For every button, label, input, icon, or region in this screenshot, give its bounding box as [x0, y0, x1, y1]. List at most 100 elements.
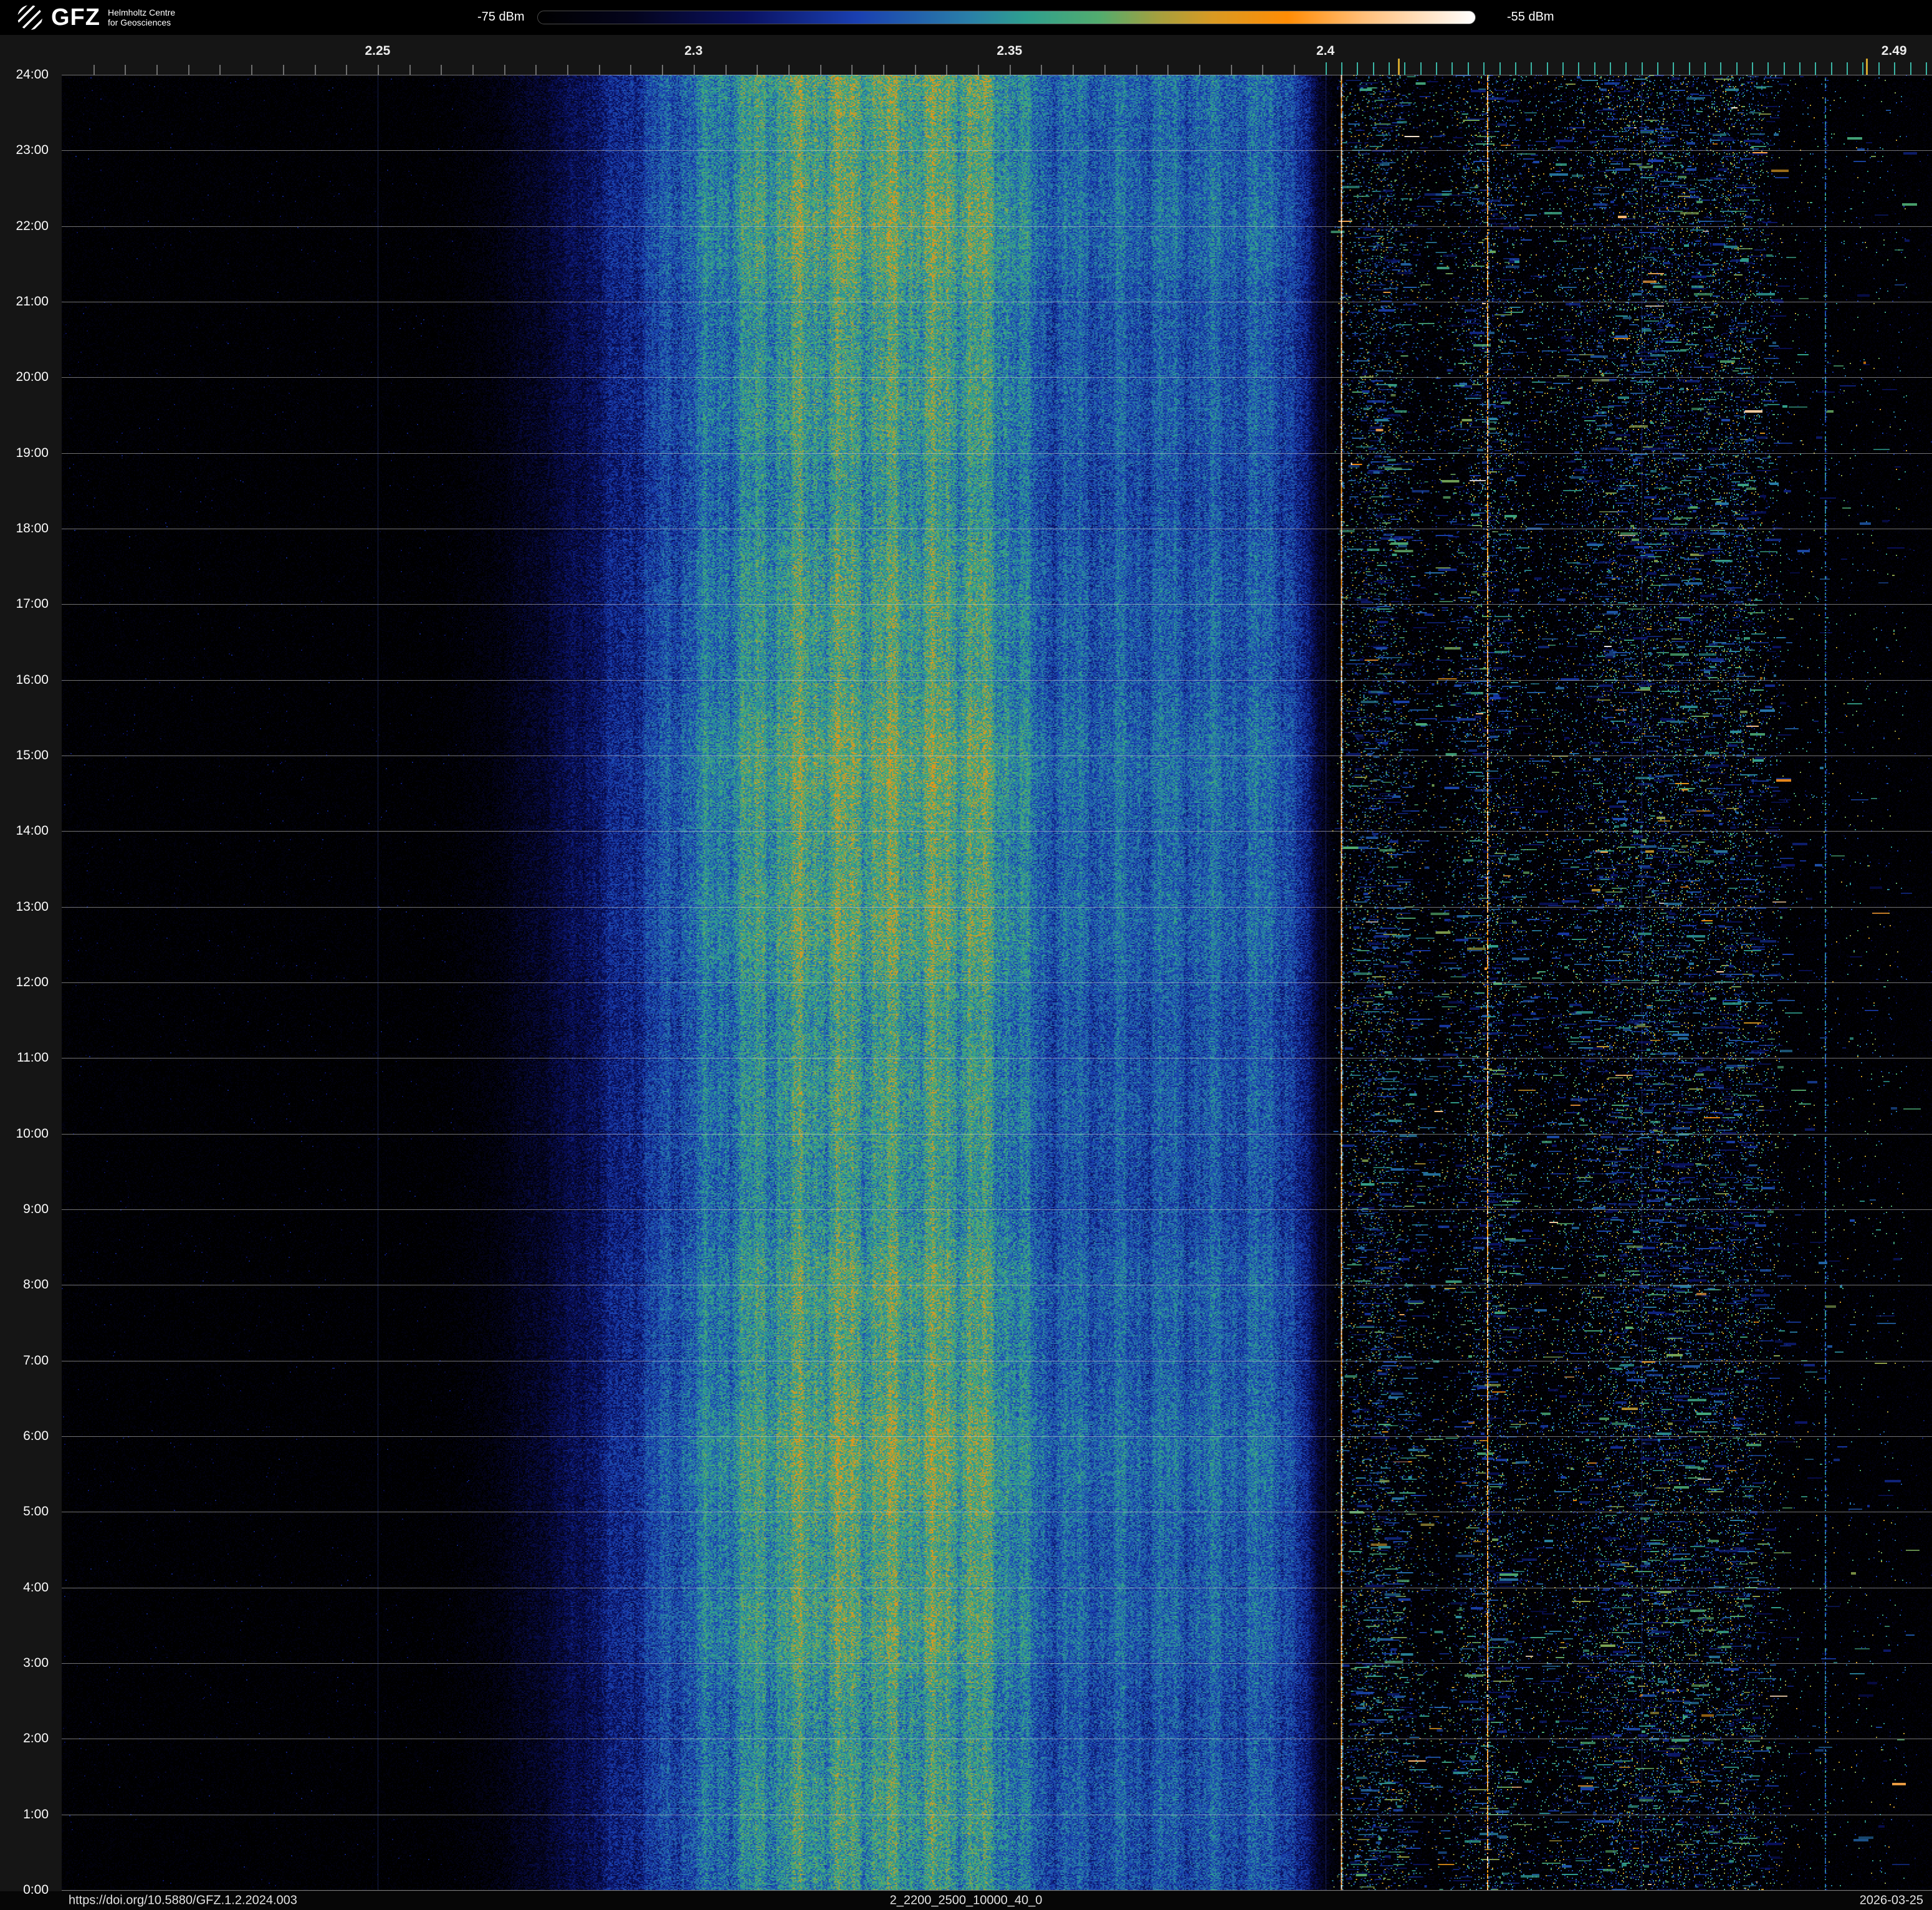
freq-wifi-tick	[1546, 62, 1548, 75]
doi-link[interactable]: https://doi.org/10.5880/GFZ.1.2.2024.003	[69, 1894, 297, 1908]
spectrogram-viewer: GFZ Helmholtz Centre for Geosciences -75…	[0, 0, 1932, 1910]
freq-minor-tick	[1104, 65, 1106, 75]
freq-minor-tick	[757, 65, 758, 75]
freq-wifi-tick	[1688, 62, 1690, 75]
freq-minor-tick	[598, 65, 600, 75]
freq-wifi-tick	[1673, 62, 1675, 75]
time-label-10-00: 10:00	[16, 1126, 49, 1141]
freq-minor-tick	[504, 65, 505, 75]
freq-wifi-tick	[1783, 62, 1785, 75]
freq-minor-tick	[662, 65, 664, 75]
time-label-12-00: 12:00	[16, 975, 49, 989]
freq-wifi-tick	[1736, 62, 1738, 75]
freq-wifi-tick	[1705, 62, 1706, 75]
time-label-11-00: 11:00	[17, 1050, 49, 1065]
freq-minor-tick	[441, 65, 442, 75]
freq-wifi-tick	[1483, 62, 1485, 75]
freq-minor-tick	[883, 65, 884, 75]
freq-minor-tick	[472, 65, 474, 75]
time-label-14-00: 14:00	[16, 823, 49, 838]
logo-subtitle: Helmholtz Centre for Geosciences	[108, 7, 175, 27]
freq-wifi-tick	[1847, 62, 1848, 75]
freq-wifi-tick	[1594, 62, 1595, 75]
time-label-15-00: 15:00	[16, 748, 49, 762]
freq-wifi-tick	[1357, 62, 1359, 75]
freq-minor-tick	[188, 65, 189, 75]
freq-wifi-tick	[1531, 62, 1533, 75]
freq-wifi-tick	[1894, 62, 1896, 75]
freq-wifi-tick	[1404, 62, 1406, 75]
frequency-axis: 2.25 2.3 2.35 2.4 2.49	[0, 35, 1932, 75]
freq-minor-tick	[914, 65, 916, 75]
freq-minor-tick	[1262, 65, 1264, 75]
freq-wifi-tick	[1862, 62, 1864, 75]
freq-minor-tick	[1294, 65, 1295, 75]
freq-wifi-tick	[1752, 62, 1754, 75]
freq-minor-tick	[1167, 65, 1169, 75]
time-label-4-00: 4:00	[23, 1580, 49, 1595]
freq-minor-tick	[788, 65, 790, 75]
freq-marker-tick	[1865, 59, 1868, 75]
freq-wifi-tick	[1767, 62, 1769, 75]
logo-subtitle-line1: Helmholtz Centre	[107, 7, 176, 17]
freq-minor-tick	[409, 65, 411, 75]
freq-minor-tick	[946, 65, 948, 75]
freq-minor-tick	[978, 65, 980, 75]
freq-wifi-tick	[1578, 62, 1580, 75]
freq-wifi-tick	[1609, 62, 1611, 75]
freq-minor-tick	[693, 65, 695, 75]
freq-marker-tick	[1398, 59, 1400, 75]
time-label-22-00: 22:00	[16, 218, 49, 233]
freq-minor-tick	[820, 65, 821, 75]
freq-minor-tick	[567, 65, 569, 75]
freq-wifi-tick	[1720, 62, 1722, 75]
freq-minor-tick	[156, 65, 158, 75]
logo-subtitle-line2: for Geosciences	[107, 17, 171, 27]
freq-wifi-tick	[1562, 62, 1564, 75]
freq-wifi-tick	[1625, 62, 1627, 75]
freq-minor-tick	[125, 65, 127, 75]
spectrogram-canvas	[62, 75, 1932, 1890]
footer-bar: https://doi.org/10.5880/GFZ.1.2.2024.003…	[0, 1891, 1932, 1910]
time-label-6-00: 6:00	[23, 1429, 49, 1443]
time-label-8-00: 8:00	[23, 1277, 49, 1292]
freq-minor-tick	[535, 65, 537, 75]
dataset-filename: 2_2200_2500_10000_40_0	[889, 1893, 1043, 1908]
freq-wifi-tick	[1815, 62, 1817, 75]
freq-minor-tick	[851, 65, 853, 75]
time-label-7-00: 7:00	[23, 1353, 49, 1368]
time-label-2-00: 2:00	[23, 1731, 49, 1746]
freq-wifi-tick	[1499, 62, 1501, 75]
freq-label-2.4: 2.4	[1316, 44, 1335, 58]
time-label-1-00: 1:00	[23, 1807, 49, 1821]
freq-minor-tick	[1073, 65, 1074, 75]
time-label-20-00: 20:00	[16, 370, 49, 385]
freq-label-2.49: 2.49	[1881, 44, 1907, 58]
time-label-0-00: 0:00	[23, 1883, 49, 1897]
freq-wifi-tick	[1514, 62, 1516, 75]
time-label-5-00: 5:00	[23, 1504, 49, 1519]
time-label-13-00: 13:00	[16, 899, 49, 914]
header-bar: GFZ Helmholtz Centre for Geosciences -75…	[0, 0, 1932, 35]
freq-wifi-tick	[1657, 62, 1658, 75]
freq-wifi-tick	[1799, 62, 1801, 75]
freq-wifi-tick	[1341, 62, 1343, 75]
time-label-24-00: 24:00	[16, 67, 49, 82]
freq-wifi-tick	[1925, 62, 1927, 75]
time-label-23-00: 23:00	[16, 143, 49, 158]
time-label-16-00: 16:00	[16, 672, 49, 687]
freq-label-2.3: 2.3	[684, 44, 703, 58]
date-label: 2026-03-25	[1859, 1893, 1923, 1908]
freq-minor-tick	[251, 65, 253, 75]
freq-minor-tick	[1136, 65, 1137, 75]
time-label-9-00: 9:00	[23, 1202, 49, 1216]
freq-minor-tick	[1041, 65, 1043, 75]
freq-wifi-tick	[1436, 62, 1438, 75]
colorbar-max-label: -55 dBm	[1507, 10, 1554, 24]
freq-minor-tick	[93, 65, 95, 75]
freq-wifi-tick	[1325, 62, 1327, 75]
freq-minor-tick	[314, 65, 316, 75]
freq-minor-tick	[282, 65, 284, 75]
freq-wifi-tick	[1641, 62, 1643, 75]
freq-minor-tick	[1198, 65, 1200, 75]
